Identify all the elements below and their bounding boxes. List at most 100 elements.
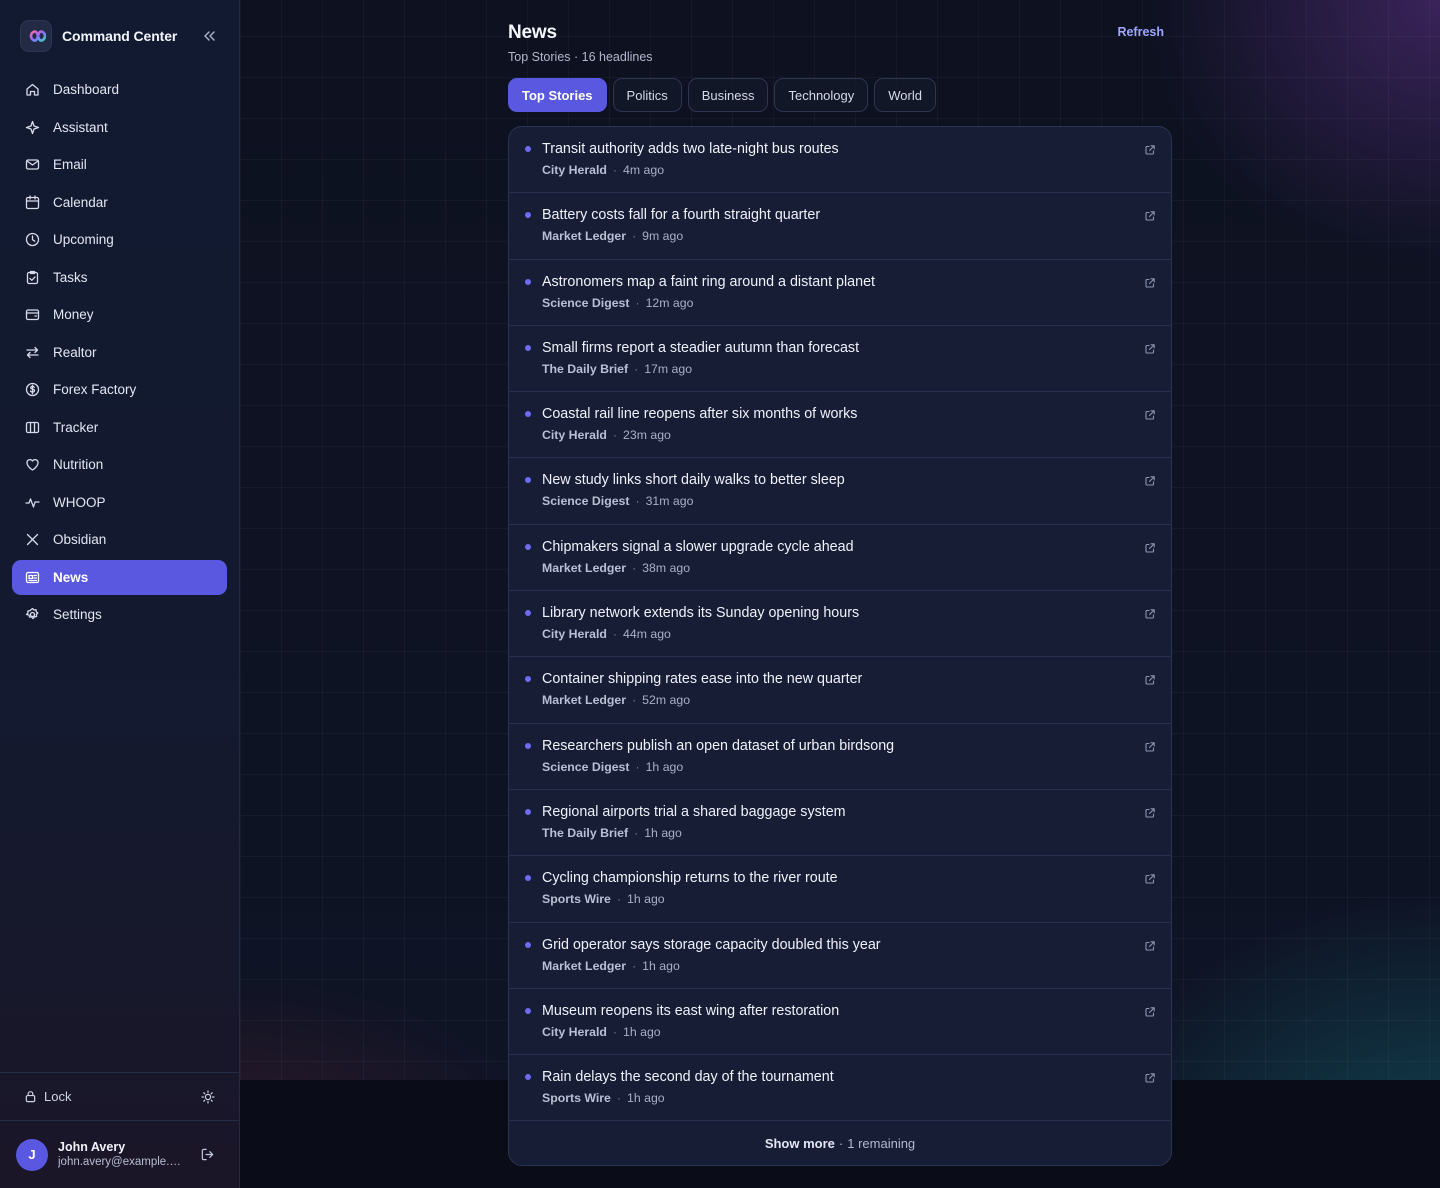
tab-world[interactable]: World	[874, 78, 936, 112]
news-source: Market Ledger	[542, 229, 627, 244]
news-headline[interactable]: Rain delays the second day of the tourna…	[542, 1069, 834, 1086]
external-link-icon[interactable]	[1144, 674, 1156, 686]
external-link-icon[interactable]	[1144, 873, 1156, 885]
news-headline[interactable]: Small firms report a steadier autumn tha…	[542, 340, 859, 357]
sidebar-nav: Dashboard Assistant Email Calendar Upcoming T…	[0, 72, 239, 632]
sidebar-item-whoop[interactable]: WHOOP	[12, 485, 227, 520]
external-link-icon[interactable]	[1144, 807, 1156, 819]
external-link-icon[interactable]	[1144, 1006, 1156, 1018]
sidebar-item-dashboard[interactable]: Dashboard	[12, 72, 227, 107]
unread-dot	[525, 543, 531, 550]
news-item[interactable]: Grid operator says storage capacity doub…	[509, 923, 1171, 989]
news-time: 1h ago	[627, 892, 665, 907]
tab-business[interactable]: Business	[687, 78, 769, 112]
sidebar-item-tasks[interactable]: Tasks	[12, 260, 227, 295]
news-headline[interactable]: New study links short daily walks to bet…	[542, 472, 845, 489]
sidebar-item-obsidian[interactable]: Obsidian	[12, 522, 227, 557]
news-item[interactable]: Transit authority adds two late-night bu…	[509, 127, 1171, 194]
sidebar-item-label: Email	[53, 157, 87, 172]
news-item[interactable]: Battery costs fall for a fourth straight…	[509, 193, 1171, 260]
external-link-icon[interactable]	[1144, 343, 1156, 355]
page-title: News	[508, 22, 557, 43]
unread-dot	[525, 278, 531, 285]
news-item[interactable]: Museum reopens its east wing after resto…	[509, 989, 1171, 1056]
external-link-icon[interactable]	[1144, 542, 1156, 554]
sidebar-item-settings[interactable]: Settings	[12, 597, 227, 632]
external-link-icon[interactable]	[1144, 1072, 1156, 1084]
news-item[interactable]: Chipmakers signal a slower upgrade cycle…	[509, 525, 1171, 592]
avatar[interactable]: J	[16, 1138, 48, 1171]
news-headline[interactable]: Astronomers map a faint ring around a di…	[542, 274, 875, 291]
unread-dot	[525, 610, 531, 617]
sidebar-item-label: News	[53, 569, 89, 585]
sidebar-item-upcoming[interactable]: Upcoming	[12, 222, 227, 257]
sidebar-item-email[interactable]: Email	[12, 147, 227, 182]
sidebar-item-forex-factory[interactable]: Forex Factory	[12, 372, 227, 407]
news-headline[interactable]: Transit authority adds two late-night bu…	[542, 141, 839, 158]
sidebar-item-realtor[interactable]: Realtor	[12, 335, 227, 370]
news-item[interactable]: Container shipping rates ease into the n…	[509, 657, 1171, 724]
sidebar-item-tracker[interactable]: Tracker	[12, 410, 227, 445]
show-more-button[interactable]: Show more · 1 remaining	[509, 1121, 1171, 1165]
news-item[interactable]: Regional airports trial a shared baggage…	[509, 790, 1171, 857]
news-headline[interactable]: Container shipping rates ease into the n…	[542, 671, 862, 688]
news-item[interactable]: Astronomers map a faint ring around a di…	[509, 260, 1171, 326]
unread-dot	[525, 676, 531, 683]
news-headline[interactable]: Coastal rail line reopens after six mont…	[542, 406, 857, 423]
meta-separator: ·	[616, 892, 622, 907]
news-headline[interactable]: Library network extends its Sunday openi…	[542, 605, 859, 622]
news-headline[interactable]: Grid operator says storage capacity doub…	[542, 937, 881, 954]
external-link-icon[interactable]	[1144, 475, 1156, 487]
news-headline[interactable]: Researchers publish an open dataset of u…	[542, 738, 894, 755]
refresh-button[interactable]: Refresh	[1117, 25, 1164, 39]
news-headline[interactable]: Cycling championship returns to the rive…	[542, 870, 838, 887]
external-link-icon[interactable]	[1144, 940, 1156, 952]
meta-separator: ·	[612, 163, 618, 177]
external-link-icon[interactable]	[1144, 277, 1156, 289]
tab-technology[interactable]: Technology	[774, 78, 869, 112]
sidebar-item-label: Settings	[53, 607, 102, 622]
news-source: Market Ledger	[542, 958, 627, 973]
sidebar-item-news[interactable]: News	[12, 559, 227, 595]
lock-button[interactable]: Lock	[24, 1089, 71, 1104]
news-item[interactable]: Coastal rail line reopens after six mont…	[509, 392, 1171, 459]
news-source: City Herald	[542, 627, 607, 642]
unread-dot	[525, 941, 531, 948]
sidebar-item-label: Nutrition	[53, 457, 104, 472]
external-link-icon[interactable]	[1144, 741, 1156, 753]
external-link-icon[interactable]	[1144, 210, 1156, 222]
news-time: 17m ago	[644, 361, 693, 376]
news-item[interactable]: Library network extends its Sunday openi…	[509, 591, 1171, 658]
sidebar-item-label: Forex Factory	[53, 382, 137, 397]
collapse-sidebar-icon[interactable]	[199, 26, 219, 46]
x-cross-icon	[25, 532, 40, 547]
external-link-icon[interactable]	[1144, 608, 1156, 620]
tab-top-stories[interactable]: Top Stories	[508, 78, 607, 112]
news-headline[interactable]: Regional airports trial a shared baggage…	[542, 804, 846, 821]
meta-separator: ·	[632, 560, 637, 575]
news-item[interactable]: Small firms report a steadier autumn tha…	[509, 326, 1171, 393]
sidebar-item-nutrition[interactable]: Nutrition	[12, 447, 227, 482]
sidebar-item-assistant[interactable]: Assistant	[12, 110, 227, 145]
news-item[interactable]: Researchers publish an open dataset of u…	[509, 724, 1171, 790]
news-item[interactable]: Cycling championship returns to the rive…	[509, 856, 1171, 923]
sidebar-item-money[interactable]: Money	[12, 297, 227, 332]
tab-politics[interactable]: Politics	[612, 78, 682, 112]
arrows-swap-icon	[25, 345, 40, 360]
external-link-icon[interactable]	[1144, 144, 1156, 156]
brand-logo-icon[interactable]	[20, 20, 52, 52]
news-headline[interactable]: Chipmakers signal a slower upgrade cycle…	[542, 539, 854, 556]
news-headline[interactable]: Museum reopens its east wing after resto…	[542, 1003, 839, 1020]
news-item[interactable]: Rain delays the second day of the tourna…	[509, 1055, 1171, 1122]
sidebar-item-calendar[interactable]: Calendar	[12, 185, 227, 220]
news-item[interactable]: New study links short daily walks to bet…	[509, 458, 1171, 525]
main-area: News Top Stories · 16 headlines Refresh …	[240, 0, 1440, 1188]
news-headline[interactable]: Battery costs fall for a fourth straight…	[542, 207, 820, 224]
unread-dot	[525, 477, 531, 484]
meta-separator: ·	[612, 627, 618, 642]
show-more-label: Show more	[764, 1135, 835, 1151]
external-link-icon[interactable]	[1144, 409, 1156, 421]
theme-toggle-sun-icon[interactable]	[201, 1089, 215, 1104]
news-source: Market Ledger	[542, 560, 627, 575]
logout-icon[interactable]	[200, 1147, 223, 1162]
